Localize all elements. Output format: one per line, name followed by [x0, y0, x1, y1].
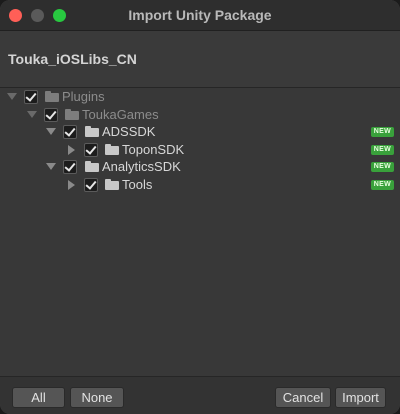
tree-item-label: ToponSDK: [122, 142, 185, 157]
expand-arrow-icon[interactable]: [68, 180, 75, 190]
expand-arrow-icon[interactable]: [68, 145, 75, 155]
select-none-button[interactable]: None: [70, 387, 124, 408]
tree-item-label: AnalyticsSDK: [102, 159, 181, 174]
new-badge: NEW: [370, 162, 394, 172]
import-button[interactable]: Import: [335, 387, 386, 408]
folder-icon: [85, 161, 99, 172]
new-badge: NEW: [370, 127, 394, 137]
tree-item-label: ToukaGames: [82, 107, 159, 122]
toponsdk-checkbox[interactable]: [84, 143, 98, 157]
package-tree: Plugins ToukaGames ADSSDK NEW ToponSDK N…: [0, 88, 400, 376]
expand-arrow-icon[interactable]: [46, 163, 56, 170]
package-header: Touka_iOSLibs_CN: [0, 31, 400, 88]
cancel-button[interactable]: Cancel: [275, 387, 331, 408]
tree-row-analyticssdk[interactable]: AnalyticsSDK NEW: [0, 158, 400, 176]
tree-row-toukagames[interactable]: ToukaGames: [0, 106, 400, 124]
tree-row-adssdk[interactable]: ADSSDK NEW: [0, 123, 400, 141]
folder-icon: [85, 126, 99, 137]
new-badge: NEW: [370, 180, 394, 190]
folder-icon: [105, 144, 119, 155]
folder-icon: [65, 109, 79, 120]
footer-toolbar: All None Cancel Import: [0, 376, 400, 414]
plugins-checkbox[interactable]: [24, 90, 38, 104]
tools-checkbox[interactable]: [84, 178, 98, 192]
expand-arrow-icon[interactable]: [46, 128, 56, 135]
tree-row-toponsdk[interactable]: ToponSDK NEW: [0, 141, 400, 159]
folder-icon: [105, 179, 119, 190]
tree-row-tools[interactable]: Tools NEW: [0, 176, 400, 194]
expand-arrow-icon[interactable]: [27, 111, 37, 118]
window-title: Import Unity Package: [128, 7, 272, 23]
tree-item-label: Plugins: [62, 89, 105, 104]
toukagames-checkbox[interactable]: [44, 108, 58, 122]
adssdk-checkbox[interactable]: [63, 125, 77, 139]
expand-arrow-icon[interactable]: [7, 93, 17, 100]
tree-item-label: ADSSDK: [102, 124, 156, 139]
analyticssdk-checkbox[interactable]: [63, 160, 77, 174]
title-bar: Import Unity Package: [0, 0, 400, 31]
new-badge: NEW: [370, 145, 394, 155]
select-all-button[interactable]: All: [12, 387, 65, 408]
folder-icon: [45, 91, 59, 102]
tree-row-plugins[interactable]: Plugins: [0, 88, 400, 106]
import-unity-package-window: Import Unity Package Touka_iOSLibs_CN Pl…: [0, 0, 400, 414]
package-name: Touka_iOSLibs_CN: [8, 51, 137, 67]
tree-item-label: Tools: [122, 177, 153, 192]
